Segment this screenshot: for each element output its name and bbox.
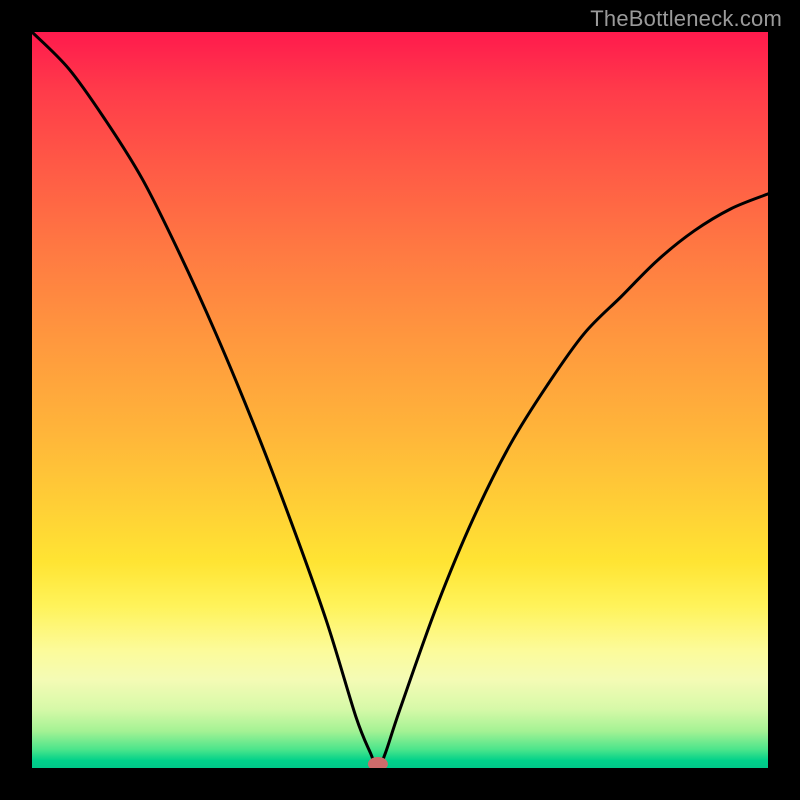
watermark-text: TheBottleneck.com xyxy=(590,6,782,32)
plot-area xyxy=(32,32,768,768)
bottleneck-curve xyxy=(32,32,768,768)
chart-frame: TheBottleneck.com xyxy=(0,0,800,800)
curve-svg xyxy=(32,32,768,768)
